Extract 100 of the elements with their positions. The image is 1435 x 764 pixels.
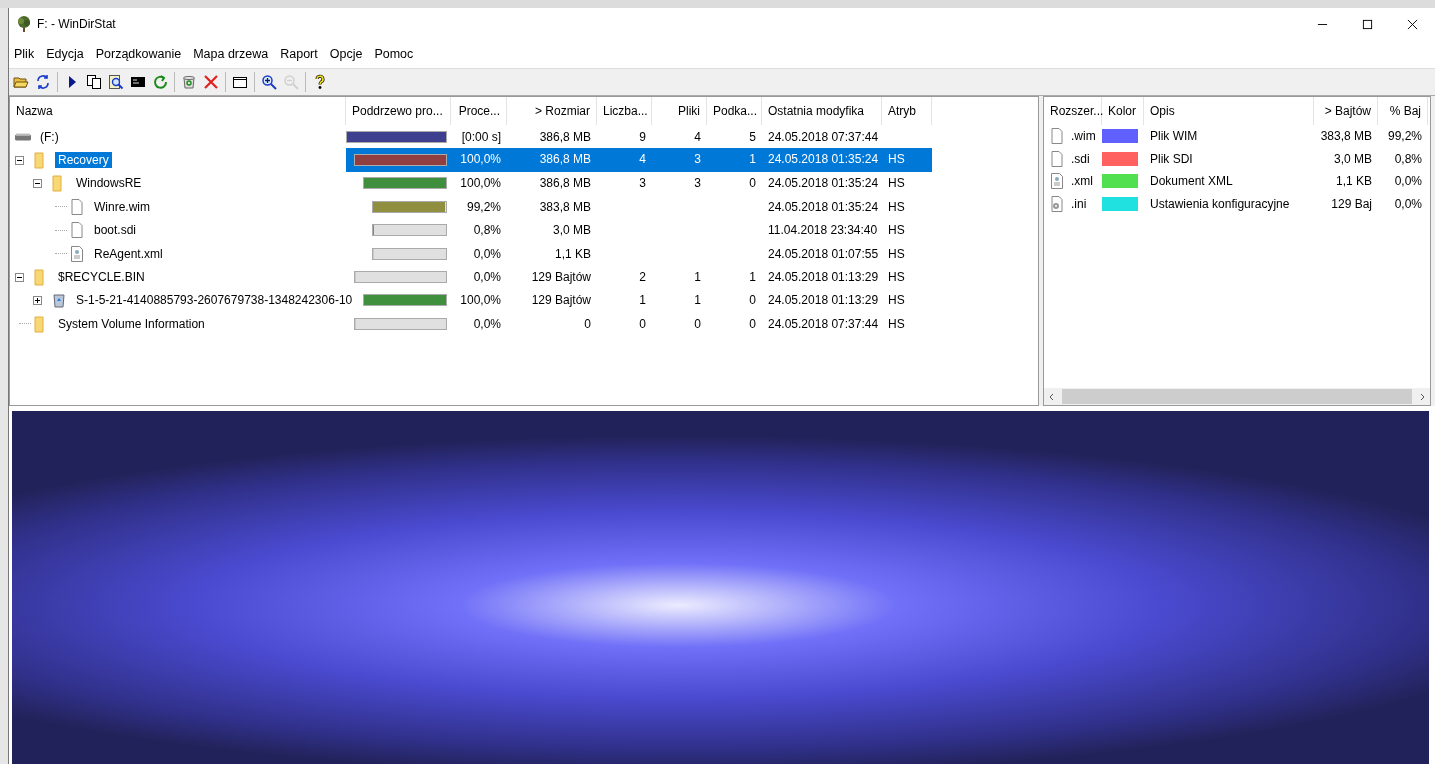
properties-icon[interactable] bbox=[232, 74, 248, 90]
menu-item[interactable]: Raport bbox=[280, 47, 318, 61]
column-header[interactable]: Rozszer... bbox=[1044, 97, 1102, 125]
description-cell-text: Plik WIM bbox=[1149, 129, 1199, 144]
percent-cell-text: 100,0% bbox=[459, 176, 502, 191]
menu-item[interactable]: Mapa drzewa bbox=[193, 47, 269, 61]
xml-file-icon bbox=[1049, 172, 1065, 191]
menu-item[interactable]: Edycja bbox=[46, 47, 84, 61]
attributes-cell-text: HS bbox=[887, 176, 906, 191]
column-header[interactable]: > Bajtów bbox=[1314, 97, 1378, 125]
scrollbar-thumb[interactable] bbox=[1062, 389, 1412, 404]
bytes-cell-text: 1,1 KB bbox=[1334, 174, 1373, 189]
modified-cell-text: 24.05.2018 01:35:24 bbox=[767, 176, 880, 191]
column-header[interactable]: > Rozmiar bbox=[507, 97, 597, 125]
recycle-icon[interactable] bbox=[181, 74, 197, 90]
item-name[interactable]: ReAgent.xml bbox=[91, 245, 166, 262]
subdirs-cell-text: 0 bbox=[748, 176, 757, 191]
bytes-cell-text: 129 Baj bbox=[1330, 196, 1373, 211]
console-icon[interactable] bbox=[130, 74, 146, 90]
collapse-icon[interactable] bbox=[15, 155, 24, 165]
item-name[interactable]: (F:) bbox=[37, 128, 62, 145]
description-cell-text: Ustawienia konfiguracyjne bbox=[1149, 196, 1291, 211]
horizontal-scrollbar[interactable] bbox=[1044, 388, 1430, 405]
delete-icon[interactable] bbox=[203, 74, 219, 90]
percent-cell-text: 0,0% bbox=[472, 246, 502, 261]
modified-cell-text: 24.05.2018 01:13:29 bbox=[767, 293, 880, 308]
explore-icon[interactable] bbox=[108, 74, 124, 90]
expand-icon[interactable] bbox=[33, 295, 42, 305]
column-header[interactable]: Opis bbox=[1144, 97, 1314, 125]
settings-file-icon bbox=[1049, 194, 1065, 213]
items-cell-text: 2 bbox=[638, 270, 647, 285]
files-cell-text: 4 bbox=[693, 129, 702, 144]
size-cell-text: 383,8 MB bbox=[538, 199, 592, 214]
item-name[interactable]: WindowsRE bbox=[73, 175, 145, 192]
items-cell: 4 bbox=[597, 148, 652, 172]
item-name[interactable]: Winre.wim bbox=[91, 198, 153, 215]
zoomin-icon[interactable] bbox=[261, 74, 277, 90]
copy-icon[interactable] bbox=[86, 74, 102, 90]
item-name[interactable]: $RECYCLE.BIN bbox=[55, 269, 148, 286]
column-header[interactable]: Proce... bbox=[451, 97, 507, 125]
attributes-cell-text: HS bbox=[887, 199, 906, 214]
column-header[interactable]: Kolor bbox=[1102, 97, 1144, 125]
file-icon bbox=[1049, 127, 1065, 146]
column-header[interactable]: Pliki bbox=[652, 97, 707, 125]
menu-item[interactable]: Porządkowanie bbox=[95, 47, 182, 61]
percent-cell-text: 0,8% bbox=[472, 223, 502, 238]
column-header[interactable]: Liczba... bbox=[597, 97, 652, 125]
modified-cell-text: 11.04.2018 23:34:40 bbox=[767, 223, 879, 238]
size-cell-text: 386,8 MB bbox=[538, 129, 592, 144]
items-cell-text: 3 bbox=[638, 176, 647, 191]
column-header[interactable]: % Baj bbox=[1378, 97, 1428, 125]
attributes-cell-text: HS bbox=[887, 246, 906, 261]
column-header[interactable]: Nazwa bbox=[10, 97, 346, 125]
percent-cell-text: 100,0% bbox=[459, 293, 502, 308]
description-cell-text: Plik SDI bbox=[1149, 151, 1194, 166]
recycle-bin-icon bbox=[51, 291, 67, 310]
subdirs-cell-text: 1 bbox=[748, 270, 757, 285]
percent-cell-text: 0,0% bbox=[472, 270, 502, 285]
subdirs-cell-text: 0 bbox=[748, 293, 757, 308]
percent-cell-text: 0,8% bbox=[1393, 151, 1423, 166]
item-name[interactable]: System Volume Information bbox=[55, 315, 208, 332]
modified-cell: 24.05.2018 01:35:24 bbox=[762, 148, 882, 172]
size-cell-text: 1,1 KB bbox=[553, 246, 592, 261]
files-cell-text: 1 bbox=[693, 270, 702, 285]
open-icon[interactable] bbox=[13, 74, 29, 90]
extension-name: .ini bbox=[1071, 196, 1087, 211]
tree-icon bbox=[15, 15, 33, 33]
column-header[interactable]: Poddrzewo pro... bbox=[346, 97, 451, 125]
files-cell-text: 0 bbox=[693, 316, 702, 331]
percent-cell: 100,0% bbox=[451, 148, 507, 172]
reload-icon[interactable] bbox=[152, 74, 168, 90]
subdirs-cell: 1 bbox=[707, 148, 762, 172]
files-cell-text: 1 bbox=[693, 293, 702, 308]
collapse-icon[interactable] bbox=[33, 178, 42, 188]
refresh-icon[interactable] bbox=[35, 74, 51, 90]
attributes-cell-text: HS bbox=[887, 270, 906, 285]
size-cell-text: 0 bbox=[583, 316, 592, 331]
attributes-cell-text: HS bbox=[887, 293, 906, 308]
extension-name: .xml bbox=[1071, 174, 1093, 189]
item-name[interactable]: S-1-5-21-4140885793-2607679738-1348242306-10 bbox=[73, 292, 356, 309]
menu-item[interactable]: Pomoc bbox=[374, 47, 414, 61]
size-cell-text: 386,8 MB bbox=[538, 176, 592, 191]
collapse-icon[interactable] bbox=[15, 272, 24, 282]
percent-cell-text: 99,2% bbox=[465, 199, 502, 214]
percent-cell-text: [0:00 s] bbox=[460, 129, 502, 144]
menu-item[interactable]: Plik bbox=[14, 47, 35, 61]
item-name[interactable]: boot.sdi bbox=[91, 222, 140, 239]
column-header[interactable]: Podka... bbox=[707, 97, 762, 125]
window-title: F: - WinDirStat bbox=[37, 17, 116, 31]
modified-cell-text: 24.05.2018 01:13:29 bbox=[767, 270, 880, 285]
modified-cell-text: 24.05.2018 01:35:24 bbox=[767, 199, 880, 214]
column-header[interactable]: Atryb bbox=[882, 97, 932, 125]
subdirs-cell-text: 5 bbox=[748, 129, 757, 144]
attributes-cell: HS bbox=[882, 148, 932, 172]
column-header[interactable]: Ostatnia modyfika bbox=[762, 97, 882, 125]
percent-cell-text: 0,0% bbox=[472, 316, 502, 331]
percent-cell-text: 0,0% bbox=[1393, 196, 1423, 211]
treemap-drawing[interactable] bbox=[12, 411, 1429, 764]
item-name[interactable]: Recovery bbox=[55, 152, 112, 169]
menu-item[interactable]: Opcje bbox=[329, 47, 363, 61]
